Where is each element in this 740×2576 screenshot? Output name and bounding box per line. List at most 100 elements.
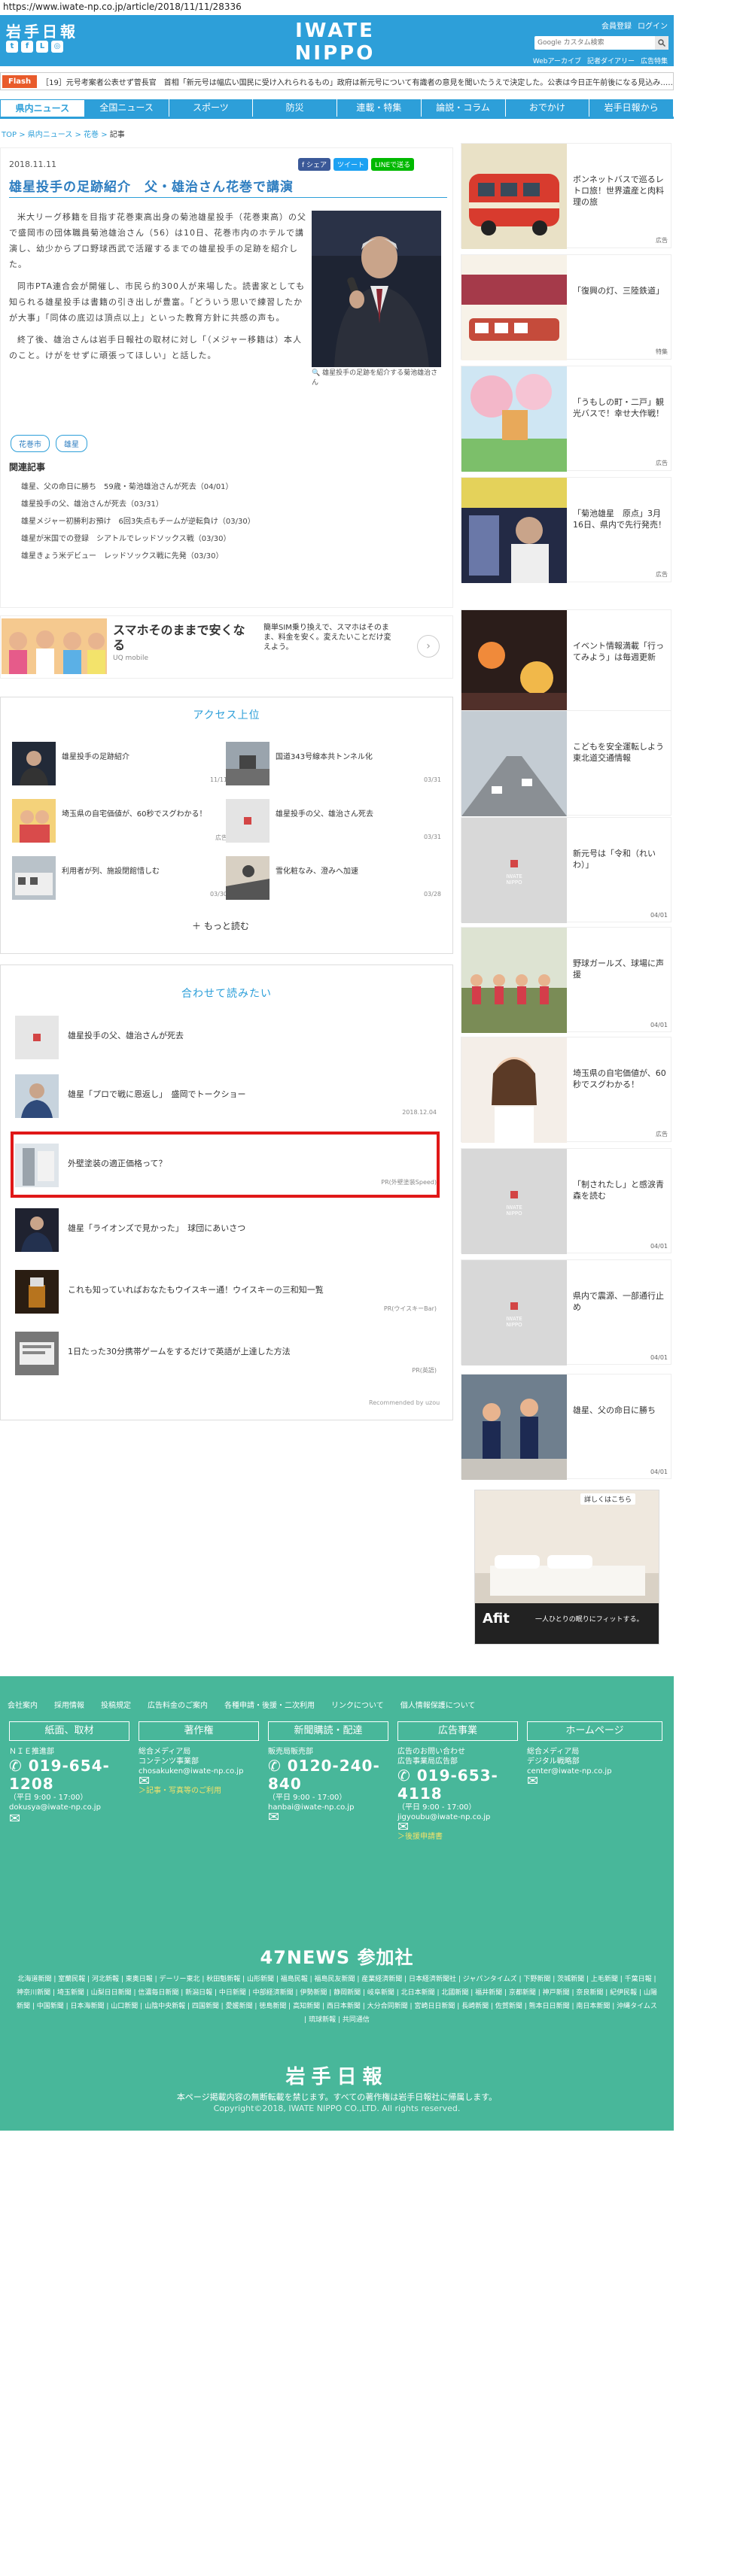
footer-phone[interactable]: ✆ 019-654-1208 bbox=[9, 1757, 136, 1793]
footer-col-heading: 著作権 bbox=[139, 1721, 259, 1741]
ranking-item[interactable]: 埼玉県の自宅価値が、60秒でスグわかる！ 広告 bbox=[12, 799, 230, 844]
breadcrumb-hanamaki[interactable]: 花巻 bbox=[84, 131, 99, 139]
related-item[interactable]: 雄星メジャー初勝利お預け 6回3失点もチームが逆転負け（03/30） bbox=[21, 513, 255, 530]
facebook-share-button[interactable]: f シェア bbox=[298, 158, 331, 171]
recommend-item[interactable]: 雄星「プロで戦に恩返し」 盛岡でトークショー 2018.12.04 bbox=[15, 1074, 437, 1119]
mail-icon[interactable]: ✉ bbox=[527, 1775, 662, 1788]
n47-papers[interactable]: 北海道新聞 | 室蘭民報 | 河北新報 | 東奥日報 | デーリー東北 | 秋田… bbox=[15, 1973, 659, 2027]
footer-email[interactable]: dokusya@iwate-np.co.jp bbox=[9, 1803, 136, 1812]
footer-dept: 総合メディア局 デジタル戦略部 bbox=[527, 1748, 580, 1766]
footer-logo[interactable]: 岩手日報 bbox=[0, 2061, 674, 2089]
nav-editorial[interactable]: 論説・コラム bbox=[421, 99, 506, 117]
footer-extra-link[interactable]: ＞記事・写真等のご利用 bbox=[139, 1786, 265, 1796]
site-logo[interactable]: 岩手日報 bbox=[6, 20, 78, 41]
sidebar-item[interactable]: ボンネットバスで巡るレトロ旅！世界遺産と肉料理の旅 広告 bbox=[461, 143, 671, 249]
nav-local-news[interactable]: 県内ニュース bbox=[0, 99, 85, 117]
nav-features[interactable]: 連載・特集 bbox=[337, 99, 422, 117]
footer-link-applications[interactable]: 各種申請・後援・二次利用 bbox=[224, 1699, 315, 1710]
sidebar-ad[interactable]: 詳しくはこちら Afit 一人ひとりの眠りにフィットする。 bbox=[474, 1490, 659, 1645]
twitter-icon[interactable]: t bbox=[6, 41, 18, 53]
footer-link-ad-rates[interactable]: 広告料金のご案内 bbox=[148, 1699, 208, 1710]
tweet-button[interactable]: ツイート bbox=[333, 158, 369, 171]
ranking-item[interactable]: 雄星投手の父、雄治さん死去 03/31 bbox=[226, 799, 444, 844]
search-button[interactable] bbox=[655, 36, 668, 50]
recommend-item[interactable]: これも知っていればおなたもウイスキー通！ウイスキーの三和知一覧 PR(ウイスキー… bbox=[15, 1270, 437, 1315]
mail-icon[interactable]: ✉ bbox=[139, 1775, 265, 1788]
mail-icon[interactable]: ✉ bbox=[397, 1821, 524, 1834]
archive-link[interactable]: Webアーカイブ bbox=[533, 56, 581, 65]
nav-outing[interactable]: おでかけ bbox=[505, 99, 590, 117]
ad-sponsor: UQ mobile bbox=[113, 655, 149, 662]
brand-block[interactable]: IWATE NIPPO 2019.04.01. 月 bbox=[267, 20, 403, 76]
footer-email[interactable]: center@iwate-np.co.jp bbox=[527, 1766, 662, 1776]
line-share-button[interactable]: LINEで送る bbox=[371, 158, 415, 171]
footer-phone[interactable]: ✆ 0120-240-840 bbox=[268, 1757, 394, 1793]
ad-text[interactable]: 簡単SIM乗り換えで、スマホはそのまま、料金を安く。変えたいことだけ変えよう。 bbox=[263, 623, 391, 652]
diary-link[interactable]: 記者ダイアリー bbox=[587, 56, 635, 65]
sidebar-item[interactable]: 雄星、父の命日に勝ち 04/01 bbox=[461, 1374, 671, 1480]
sidebar-item[interactable]: 埼玉県の自宅価値が、60秒でスグわかる！ 広告 bbox=[461, 1037, 671, 1143]
search-input[interactable] bbox=[534, 36, 655, 50]
footer-link-company[interactable]: 会社案内 bbox=[8, 1699, 38, 1710]
sidebar-meta: 04/01 bbox=[650, 1354, 668, 1361]
sidebar-item[interactable]: 野球ガールズ、球場に声援 04/01 bbox=[461, 927, 671, 1033]
ad-special-link[interactable]: 広告特集 bbox=[641, 56, 668, 65]
register-link[interactable]: 会員登録 bbox=[601, 20, 632, 31]
more-button[interactable]: ＋ もっと読む bbox=[192, 919, 249, 932]
sidebar-item[interactable]: IWATE NIPPO 県内で震源、一部通行止め 04/01 bbox=[461, 1259, 671, 1365]
mail-icon[interactable]: ✉ bbox=[268, 1811, 394, 1824]
zoom-icon[interactable]: 🔍 bbox=[312, 369, 320, 377]
related-item[interactable]: 雄星きょう米デビュー レッドソックス戦に先発（03/30） bbox=[21, 548, 255, 565]
footer-extra-link[interactable]: ＞後援申請書 bbox=[397, 1832, 524, 1842]
flash-ticker[interactable]: Flash ［19］元号考案者公表せず菅長官 首相「新元号は幅広い国民に受け入れ… bbox=[0, 72, 674, 90]
facebook-icon[interactable]: f bbox=[21, 41, 33, 53]
sidebar-item[interactable]: IWATE NIPPO 新元号は「令和（れいわ）」 04/01 bbox=[461, 817, 671, 923]
sidebar-item[interactable]: 「菊池雄星 原点」3月16日、県内で先行発売！ 広告 bbox=[461, 477, 671, 583]
mail-icon[interactable]: ✉ bbox=[9, 1812, 136, 1826]
footer-email[interactable]: chosakuken@iwate-np.co.jp bbox=[139, 1766, 265, 1776]
ranking-item[interactable]: 利用者が列、施設閉館惜しむ 03/30 bbox=[12, 856, 230, 901]
footer-email[interactable]: hanbai@iwate-np.co.jp bbox=[268, 1803, 394, 1812]
sidebar-title: イベント情報満載「行ってみよう」は毎週更新 bbox=[573, 641, 664, 662]
ad-headline[interactable]: スマホそのままで安くなる bbox=[113, 623, 256, 653]
footer-link-careers[interactable]: 採用情報 bbox=[54, 1699, 84, 1710]
related-item[interactable]: 雄星投手の父、雄治さんが死去（03/31） bbox=[21, 496, 255, 513]
ad-detail-link[interactable]: 詳しくはこちら bbox=[580, 1493, 636, 1505]
line-icon[interactable]: L bbox=[36, 41, 48, 53]
nav-disaster[interactable]: 防災 bbox=[253, 99, 337, 117]
ad-arrow-button[interactable]: › bbox=[417, 635, 440, 658]
nav-from-iwate-nippo[interactable]: 岩手日報から bbox=[589, 99, 674, 117]
recommend-item[interactable]: 雄星投手の父、雄治さんが死去 bbox=[15, 1016, 437, 1061]
flash-text[interactable]: ［19］元号考案者公表せず菅長官 首相「新元号は幅広い国民に受け入れられるもの」… bbox=[41, 76, 673, 87]
ranking-item[interactable]: 雄星投手の足跡紹介 11/11 bbox=[12, 742, 230, 787]
sidebar-item[interactable]: IWATE NIPPO 「制されたし」と感涙青森を読む 04/01 bbox=[461, 1148, 671, 1254]
sidebar-item[interactable]: 「うもしの町・二戸」観光バスで！幸せ大作戦！ 広告 bbox=[461, 366, 671, 472]
article-tags: 花巻市 雄星 bbox=[11, 435, 87, 452]
sidebar-item[interactable]: こどもを安全運転しよう 東北道交通情報 bbox=[461, 710, 672, 816]
footer-link-privacy[interactable]: 個人情報保護について bbox=[400, 1699, 476, 1710]
instagram-icon[interactable]: ◎ bbox=[51, 41, 63, 53]
footer-email[interactable]: jigyoubu@iwate-np.co.jp bbox=[397, 1812, 524, 1822]
sidebar-item[interactable]: イベント情報満載「行ってみよう」は毎週更新 bbox=[461, 609, 671, 715]
nav-national-news[interactable]: 全国ニュース bbox=[84, 99, 169, 117]
footer-link-linking[interactable]: リンクについて bbox=[331, 1699, 384, 1710]
breadcrumb-local[interactable]: 県内ニュース bbox=[28, 131, 73, 139]
search-box bbox=[534, 36, 668, 50]
recommend-item[interactable]: 雄星「ライオンズで見かった」 球団にあいさつ bbox=[15, 1208, 437, 1253]
recommended-by[interactable]: Recommended by uzou bbox=[369, 1399, 440, 1406]
footer-link-submissions[interactable]: 投稿規定 bbox=[101, 1699, 131, 1710]
login-link[interactable]: ログイン bbox=[638, 20, 668, 31]
ranking-item[interactable]: 国道343号線本共トンネル化 03/31 bbox=[226, 742, 444, 787]
sidebar-item[interactable]: 「復興の灯、三陸鉄道」 特集 bbox=[461, 254, 671, 360]
ad-image[interactable] bbox=[2, 618, 107, 674]
footer-phone[interactable]: ✆ 019-653-4118 bbox=[397, 1766, 524, 1803]
tag-yusei[interactable]: 雄星 bbox=[56, 435, 87, 452]
recommend-item[interactable]: 1日たった30分携帯ゲームをするだけで英語が上達した方法 PR(英語) bbox=[15, 1332, 437, 1377]
nav-sports[interactable]: スポーツ bbox=[169, 99, 254, 117]
ranking-item[interactable]: 雪化粧なみ、澄みへ加速 03/28 bbox=[226, 856, 444, 901]
related-item[interactable]: 雄星、父の命日に勝ち 59歳・菊池雄治さんが死去（04/01） bbox=[21, 478, 255, 496]
related-item[interactable]: 雄星が米国での登録 シアトルでレッドソックス戦（03/30） bbox=[21, 530, 255, 548]
article-photo[interactable] bbox=[312, 211, 441, 367]
tag-hanamaki[interactable]: 花巻市 bbox=[11, 435, 50, 452]
breadcrumb-top[interactable]: TOP bbox=[2, 131, 17, 139]
